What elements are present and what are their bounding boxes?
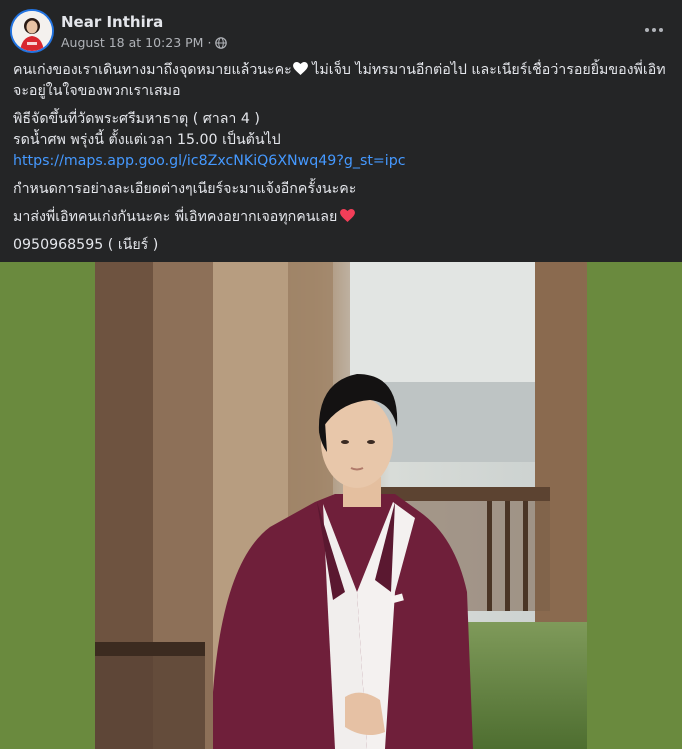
post-line-4: รดน้ำศพ พรุ่งนี้ ตั้งแต่เวลา 15.00 เป็นต… bbox=[13, 132, 281, 148]
post-line-2: จะอยู่ในใจของพวกเราเสมอ bbox=[13, 83, 181, 99]
author-avatar[interactable] bbox=[12, 11, 52, 51]
more-options-button[interactable] bbox=[640, 18, 668, 42]
post-header: Near Inthira August 18 at 10:23 PM · bbox=[0, 0, 682, 62]
globe-icon[interactable] bbox=[215, 36, 228, 49]
photo-illustration bbox=[95, 262, 587, 749]
avatar-image bbox=[12, 11, 52, 51]
meta-separator: · bbox=[207, 35, 212, 50]
post-photo[interactable] bbox=[95, 262, 587, 749]
white-heart-icon bbox=[292, 62, 308, 75]
more-horizontal-icon bbox=[645, 28, 649, 32]
post-line-1: คนเก่งของเราเดินทางมาถึงจุดหมายแล้วนะคะ … bbox=[13, 62, 666, 78]
post-line-5: กำหนดการอย่างละเอียดต่างๆเนียร์จะมาแจ้งอ… bbox=[13, 181, 357, 197]
post-timestamp[interactable]: August 18 at 10:23 PM bbox=[61, 35, 203, 50]
author-name[interactable]: Near Inthira bbox=[61, 13, 163, 31]
post-body: คนเก่งของเราเดินทางมาถึงจุดหมายแล้วนะคะ … bbox=[13, 60, 669, 256]
post-line-6: มาส่งพี่เอิทคนเก่งกันนะคะ พี่เอิทคงอยากเ… bbox=[13, 207, 669, 228]
maps-link[interactable]: https://maps.app.goo.gl/ic8ZxcNKiQ6XNwq4… bbox=[13, 153, 406, 169]
red-heart-icon bbox=[340, 209, 356, 222]
post-photo-container[interactable] bbox=[0, 262, 682, 749]
phone-number: 0950968595 ( เนียร์ ) bbox=[13, 237, 159, 253]
post-meta: August 18 at 10:23 PM · bbox=[61, 35, 228, 50]
facebook-post: Near Inthira August 18 at 10:23 PM · คนเ… bbox=[0, 0, 682, 749]
post-line-3: พิธีจัดขึ้นที่วัดพระศรีมหาธาตุ ( ศาลา 4 … bbox=[13, 111, 260, 127]
